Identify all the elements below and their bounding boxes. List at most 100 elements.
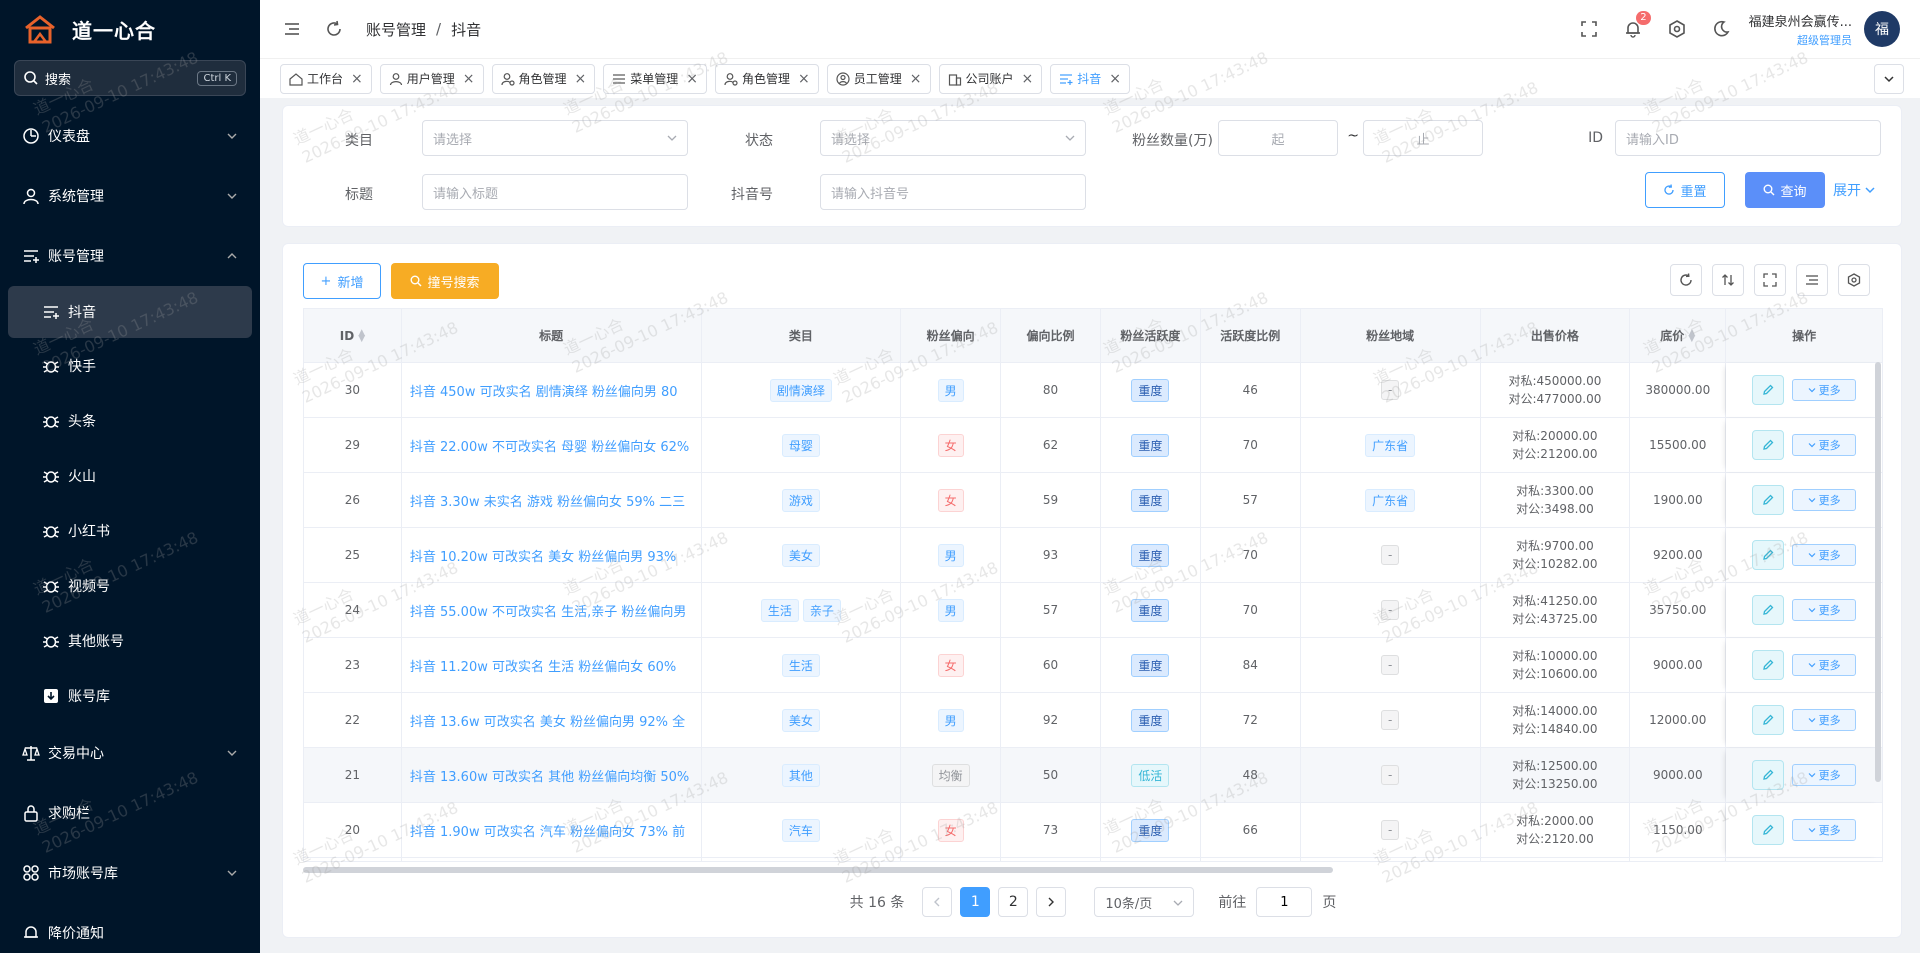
table-row[interactable]: 24 抖音 55.00w 不可改实名 生活,亲子 粉丝偏向男 生活 亲子 男 57 重度 70… [304,583,1882,638]
table-row[interactable]: 23 抖音 11.20w 可改实名 生活 粉丝偏向女 60% 生活 女 60 重度 84 - 对… [304,638,1882,693]
table-sort-button[interactable] [1712,264,1744,296]
add-button[interactable]: + 新增 [303,263,381,299]
sidebar-sub-other[interactable]: 其他账号 [0,613,260,668]
sidebar-item-market[interactable]: 市场账号库 [0,843,260,903]
table-fullscreen-button[interactable] [1754,264,1786,296]
table-row[interactable]: 26 抖音 3.30w 未实名 游戏 粉丝偏向女 59% 二三 游戏 女 59 重度 57 广… [304,473,1882,528]
close-icon[interactable]: × [1109,71,1121,87]
sidebar-sub-toutiao[interactable]: 头条 [0,393,260,448]
more-button[interactable]: 更多 [1792,599,1857,621]
sidebar-item-trade[interactable]: 交易中心 [0,723,260,783]
more-button[interactable]: 更多 [1792,764,1857,786]
close-icon[interactable]: × [351,71,363,87]
user-info[interactable]: 福建泉州会赢传... 超级管理员 [1749,11,1852,48]
table-density-button[interactable] [1796,264,1828,296]
sidebar-sub-huoshan[interactable]: 火山 [0,448,260,503]
edit-button[interactable] [1752,540,1785,570]
close-icon[interactable]: × [575,71,587,87]
table-row[interactable]: 29 抖音 22.00w 不可改实名 母婴 粉丝偏向女 62% 母婴 女 62 重度 70 广… [304,418,1882,473]
more-button[interactable]: 更多 [1792,489,1857,511]
more-button[interactable]: 更多 [1792,654,1857,676]
notification-bell-icon[interactable]: 2 [1623,11,1651,39]
table-refresh-button[interactable] [1670,264,1702,296]
table-row[interactable]: 22 抖音 13.6w 可改实名 美女 粉丝偏向男 92% 全 美女 男 92 重度 72 -… [304,693,1882,748]
close-icon[interactable]: × [463,71,475,87]
edit-button[interactable] [1752,760,1785,790]
douyin-id-input[interactable]: 请输入抖音号 [820,174,1086,210]
page-size-select[interactable]: 10条/页 [1094,887,1195,917]
avatar[interactable]: 福 [1864,11,1900,47]
row-title-link[interactable]: 抖音 13.6w 可改实名 美女 粉丝偏向男 92% 全 [410,711,685,730]
logo[interactable]: 道一心合 [0,0,260,58]
next-page-button[interactable] [1036,887,1067,917]
edit-button[interactable] [1752,595,1785,625]
tab-menu-management[interactable]: 菜单管理 × [603,63,707,94]
refresh-icon[interactable] [324,19,344,39]
table-row[interactable]: 25 抖音 10.20w 可改实名 美女 粉丝偏向男 93% 美女 男 93 重度 70 - 对… [304,528,1882,583]
category-select[interactable]: 请选择 [422,120,688,156]
edit-button[interactable] [1752,705,1785,735]
fans-to-input[interactable]: 止 [1363,120,1483,156]
edit-button[interactable] [1752,815,1785,845]
page-button[interactable]: 2 [998,887,1029,917]
id-input[interactable]: 请输入ID [1615,120,1881,156]
row-title-link[interactable]: 抖音 13.60w 可改实名 其他 粉丝偏向均衡 50% [410,766,689,785]
expand-button[interactable]: 展开 [1833,172,1876,208]
more-button[interactable]: 更多 [1792,544,1857,566]
tabs-dropdown-button[interactable] [1874,64,1904,94]
row-title-link[interactable]: 抖音 22.00w 不可改实名 母婴 粉丝偏向女 62% [410,436,689,455]
row-title-link[interactable]: 抖音 3.30w 未实名 游戏 粉丝偏向女 59% 二三 [410,491,685,510]
table-row[interactable]: -对私:70000.00 更多 [304,858,1882,861]
table-row[interactable]: 30 抖音 450w 可改实名 剧情演绎 粉丝偏向男 80 剧情演绎 男 80 重度 46 -… [304,363,1882,418]
sidebar-sub-douyin[interactable]: 抖音 [8,286,252,338]
edit-button[interactable] [1752,375,1785,405]
tab-company-account[interactable]: 公司账户 × [938,63,1043,94]
row-title-link[interactable]: 抖音 11.20w 可改实名 生活 粉丝偏向女 60% [410,656,676,675]
tab-douyin[interactable]: 抖音 × [1050,63,1130,94]
edit-button[interactable] [1752,430,1785,460]
sidebar-sub-xiaohongshu[interactable]: 小红书 [0,503,260,558]
scrape-search-button[interactable]: 撞号搜索 [391,263,499,299]
fans-from-input[interactable]: 起 [1218,120,1338,156]
table-settings-button[interactable] [1838,264,1870,296]
sidebar-item-price-drop[interactable]: 降价通知 [0,903,260,953]
sidebar-item-account[interactable]: 账号管理 [0,226,260,286]
sidebar-item-system[interactable]: 系统管理 [0,166,260,226]
more-button[interactable]: 更多 [1792,379,1857,401]
table-row[interactable]: 21 抖音 13.60w 可改实名 其他 粉丝偏向均衡 50% 其他 均衡 50 低活 48… [304,748,1882,803]
title-input[interactable]: 请输入标题 [422,174,688,210]
close-icon[interactable]: × [1022,71,1034,87]
reset-button[interactable]: 重置 [1645,172,1725,208]
goto-page-input[interactable] [1256,887,1313,917]
tab-user-management[interactable]: 用户管理 × [379,63,484,94]
sidebar-search[interactable]: 搜索 Ctrl K [14,60,246,96]
tab-role-management[interactable]: 角色管理 × [491,63,596,94]
status-select[interactable]: 请选择 [820,120,1086,156]
sidebar-sub-account-library[interactable]: 账号库 [0,668,260,723]
page-button[interactable]: 1 [960,887,991,917]
row-title-link[interactable]: 抖音 450w 可改实名 剧情演绎 粉丝偏向男 80 [410,381,678,400]
sidebar-sub-kuaishou[interactable]: 快手 [0,338,260,393]
col-header-floor[interactable]: 底价 ▲ ▼ [1630,309,1727,362]
vertical-scrollbar[interactable] [1875,362,1881,782]
tab-staff-management[interactable]: 员工管理 × [826,63,931,94]
close-icon[interactable]: × [910,71,922,87]
row-title-link[interactable]: 抖音 55.00w 不可改实名 生活,亲子 粉丝偏向男 [410,601,687,620]
breadcrumb-item[interactable]: 账号管理 [366,19,426,40]
search-button[interactable]: 查询 [1745,172,1825,208]
edit-button[interactable] [1752,650,1785,680]
more-button[interactable]: 更多 [1792,434,1857,456]
dark-mode-moon-icon[interactable] [1711,19,1731,39]
row-title-link[interactable]: 抖音 10.20w 可改实名 美女 粉丝偏向男 93% [410,546,676,565]
edit-button[interactable] [1752,485,1785,515]
prev-page-button[interactable] [922,887,953,917]
close-icon[interactable]: × [686,71,698,87]
tab-role-management-2[interactable]: 角色管理 × [715,63,819,94]
col-header-id[interactable]: ID ▲ ▼ [304,309,402,362]
sidebar-item-dashboard[interactable]: 仪表盘 [0,106,260,166]
sidebar-item-wanted[interactable]: 求购栏 [0,783,260,843]
sidebar-sub-shipinhao[interactable]: 视频号 [0,558,260,613]
more-button[interactable]: 更多 [1792,709,1857,731]
row-title-link[interactable]: 抖音 1.90w 可改实名 汽车 粉丝偏向女 73% 前 [410,821,685,840]
horizontal-scrollbar[interactable] [303,867,1333,873]
